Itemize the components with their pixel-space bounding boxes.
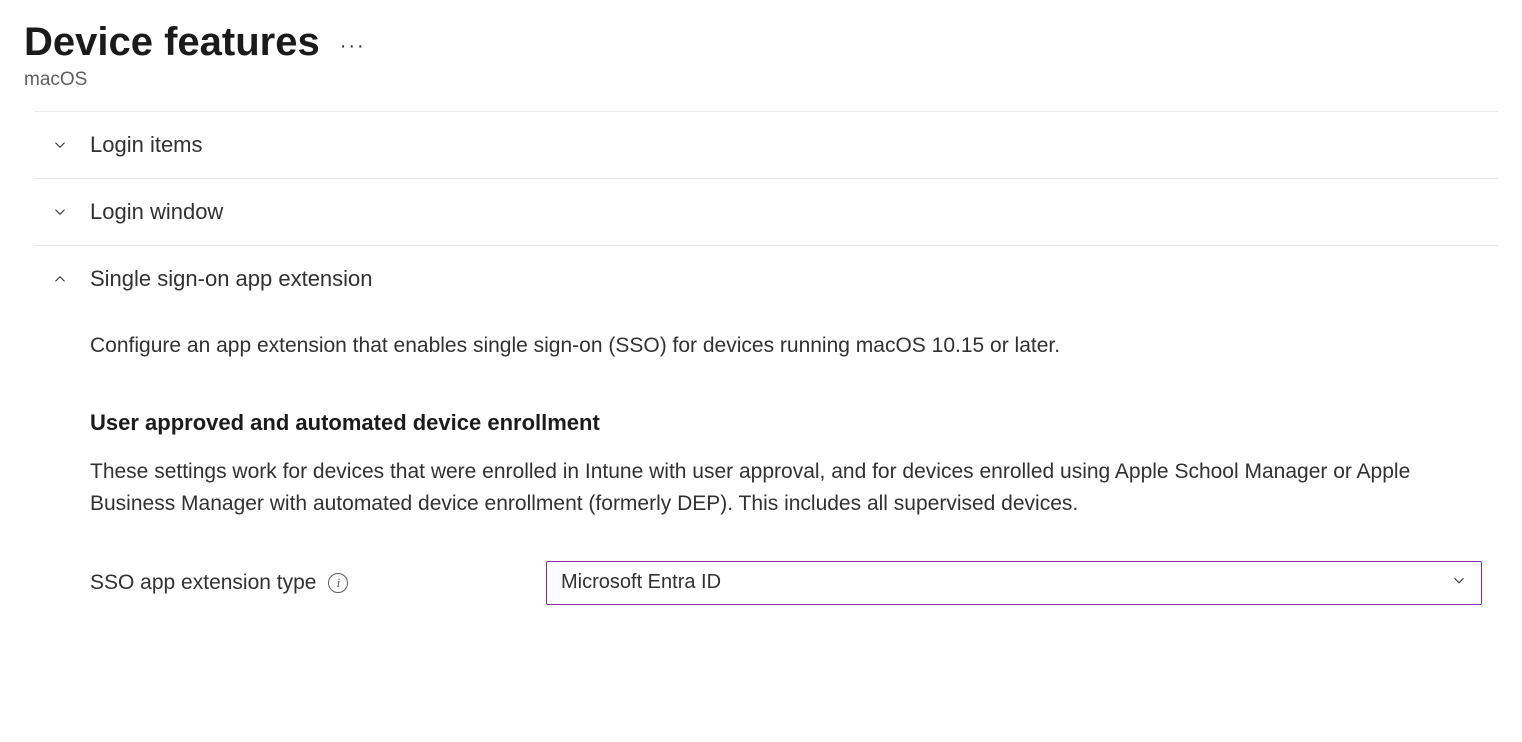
chevron-up-icon <box>50 269 70 289</box>
sso-type-label-wrap: SSO app extension type i <box>90 571 530 595</box>
accordion-item-login-items: Login items <box>34 111 1498 178</box>
sso-type-select[interactable]: Microsoft Entra ID <box>546 561 1482 605</box>
page-title: Device features <box>24 20 320 65</box>
accordion-content-sso: Configure an app extension that enables … <box>34 312 1498 625</box>
page-subtitle: macOS <box>24 69 1498 91</box>
accordion-header-login-window[interactable]: Login window <box>34 179 1498 245</box>
accordion-label: Single sign-on app extension <box>90 266 373 292</box>
sso-type-row: SSO app extension type i Microsoft Entra… <box>90 561 1482 605</box>
sso-type-select-wrap: Microsoft Entra ID <box>546 561 1482 605</box>
info-icon[interactable]: i <box>328 573 348 593</box>
accordion-item-sso-extension: Single sign-on app extension Configure a… <box>34 245 1498 625</box>
more-icon[interactable]: ··· <box>340 27 366 58</box>
enrollment-heading: User approved and automated device enrol… <box>90 410 1482 436</box>
accordion: Login items Login window Single sign-on … <box>34 111 1498 625</box>
sso-type-label: SSO app extension type <box>90 571 316 595</box>
chevron-down-icon <box>50 135 70 155</box>
enrollment-text: These settings work for devices that wer… <box>90 456 1482 521</box>
accordion-header-login-items[interactable]: Login items <box>34 112 1498 178</box>
accordion-label: Login items <box>90 132 203 158</box>
sso-description: Configure an app extension that enables … <box>90 330 1482 362</box>
accordion-item-login-window: Login window <box>34 178 1498 245</box>
chevron-down-icon <box>50 202 70 222</box>
sso-type-value: Microsoft Entra ID <box>561 571 721 594</box>
accordion-header-sso-extension[interactable]: Single sign-on app extension <box>34 246 1498 312</box>
accordion-label: Login window <box>90 199 223 225</box>
